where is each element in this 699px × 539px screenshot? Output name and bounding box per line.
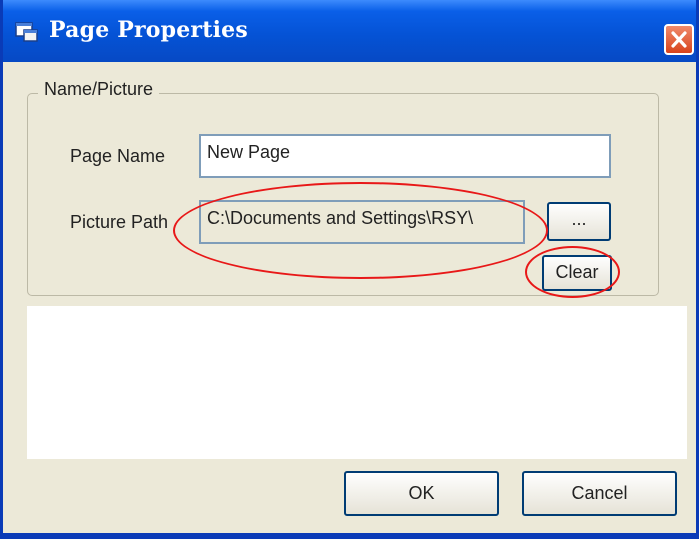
group-legend: Name/Picture bbox=[38, 79, 160, 100]
page-name-label: Page Name bbox=[70, 146, 166, 166]
page-properties-dialog: Page Properties Name/Picture Page Name N… bbox=[0, 0, 699, 539]
window-title: Page Properties bbox=[49, 17, 248, 43]
page-properties-icon bbox=[15, 22, 39, 42]
browse-button[interactable]: ... bbox=[547, 202, 611, 241]
ok-button[interactable]: OK bbox=[344, 471, 499, 516]
cancel-button[interactable]: Cancel bbox=[522, 471, 677, 516]
picture-path-label: Picture Path bbox=[70, 212, 169, 232]
picture-path-input[interactable]: C:\Documents and Settings\RSY\ bbox=[199, 200, 525, 244]
clear-button[interactable]: Clear bbox=[542, 255, 612, 291]
picture-path-value: C:\Documents and Settings\RSY\ bbox=[207, 208, 474, 228]
preview-area bbox=[27, 306, 687, 459]
close-icon bbox=[666, 31, 692, 57]
page-name-input[interactable]: New Page bbox=[199, 134, 611, 178]
title-bar[interactable]: Page Properties bbox=[3, 0, 696, 62]
close-button[interactable] bbox=[664, 24, 694, 55]
